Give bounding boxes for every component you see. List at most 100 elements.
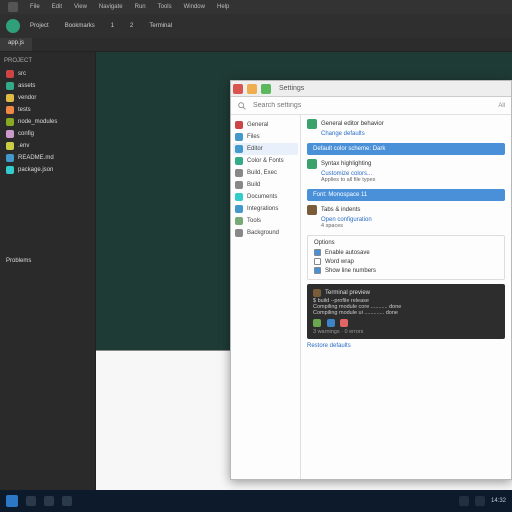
terminal-preview: Terminal preview $ build --profile relea… [307,284,505,339]
search-bar: All [231,97,511,115]
sidebar-item[interactable]: vendor [4,92,91,104]
tray-icon[interactable] [475,496,485,506]
sidebar-item[interactable]: assets [4,80,91,92]
selected-row[interactable]: Default color scheme: Dark [307,143,505,155]
status-chip [327,319,335,327]
terminal-chips [313,319,499,327]
nav-item-label: Documents [247,194,277,200]
folder-icon [6,118,14,126]
section-link[interactable]: Change defaults [321,131,505,137]
category-icon [235,229,243,237]
nav-item[interactable]: Files [233,131,298,143]
sidebar-item-label: vendor [18,95,36,101]
file-icon [6,142,14,150]
sidebar-bottom-tab[interactable]: Problems [4,256,91,266]
close-icon[interactable] [233,84,243,94]
section-title: Tabs & indents [321,207,360,213]
editor-tab[interactable]: app.js [0,38,32,51]
settings-window: Settings All General Files Editor Color … [230,80,512,480]
category-icon [235,169,243,177]
nav-item[interactable]: General [233,119,298,131]
checkbox[interactable] [314,258,321,265]
toolbar-item[interactable]: Bookmarks [65,23,95,29]
section-icon [307,119,317,129]
nav-item[interactable]: Editor [233,143,298,155]
restore-defaults-link[interactable]: Restore defaults [307,343,505,349]
toolbar-item[interactable]: 1 [111,23,114,29]
sidebar-item[interactable]: .env [4,140,91,152]
toolbar-item[interactable]: Terminal [149,23,172,29]
settings-section: General editor behavior Change defaults [307,119,505,137]
sidebar-item[interactable]: config [4,128,91,140]
ide-tabstrip: app.js [0,38,512,52]
nav-item[interactable]: Color & Fonts [233,155,298,167]
taskbar-app-icon[interactable] [26,496,36,506]
taskbar-app-icon[interactable] [62,496,72,506]
taskbar-app-icon[interactable] [44,496,54,506]
nav-item[interactable]: Integrations [233,203,298,215]
clock[interactable]: 14:32 [491,498,506,504]
search-scope[interactable]: All [498,103,505,109]
nav-item[interactable]: Background [233,227,298,239]
taskbar: 14:32 [0,490,512,512]
options-block: Options Enable autosave Word wrap Show l… [307,235,505,280]
minimize-icon[interactable] [247,84,257,94]
checkbox[interactable] [314,267,321,274]
folder-icon [6,70,14,78]
menu-item[interactable]: Tools [158,4,172,10]
options-header: Options [314,240,498,246]
folder-icon [6,130,14,138]
start-button[interactable] [6,495,18,507]
sidebar-item[interactable]: node_modules [4,116,91,128]
nav-item[interactable]: Build, Exec [233,167,298,179]
status-chip [340,319,348,327]
nav-item[interactable]: Documents [233,191,298,203]
selected-row[interactable]: Font: Monospace 11 [307,189,505,201]
option-label: Word wrap [325,259,354,265]
menu-item[interactable]: Window [184,4,205,10]
folder-icon [6,82,14,90]
category-icon [235,157,243,165]
sidebar-item[interactable]: README.md [4,152,91,164]
nav-item[interactable]: Build [233,179,298,191]
sidebar-item-label: config [18,131,34,137]
option-row[interactable]: Show line numbers [314,266,498,275]
sidebar-item[interactable]: tests [4,104,91,116]
menu-item[interactable]: Edit [52,4,62,10]
option-row[interactable]: Word wrap [314,257,498,266]
sidebar-item-label: assets [18,83,35,89]
sidebar-item-label: tests [18,107,31,113]
menu-item[interactable]: File [30,4,40,10]
nav-item-label: Tools [247,218,261,224]
titlebar[interactable]: Settings [231,81,511,97]
file-icon [6,154,14,162]
sidebar-item[interactable]: src [4,68,91,80]
option-row[interactable]: Enable autosave [314,248,498,257]
sidebar-item[interactable]: package.json [4,164,91,176]
settings-section: Tabs & indents Open configuration 4 spac… [307,205,505,229]
tray-icon[interactable] [459,496,469,506]
avatar-icon[interactable] [6,19,20,33]
options-title: Options [314,240,335,246]
nav-item-label: General [247,122,268,128]
app-icon [8,2,18,12]
menu-item[interactable]: Run [135,4,146,10]
search-input[interactable] [253,102,492,109]
section-title: Syntax highlighting [321,161,371,167]
ide-menubar: File Edit View Navigate Run Tools Window… [0,0,512,14]
menu-item[interactable]: Help [217,4,229,10]
toolbar-item[interactable]: 2 [130,23,133,29]
nav-item-label: Editor [247,146,263,152]
nav-item-label: Background [247,230,279,236]
nav-item[interactable]: Tools [233,215,298,227]
terminal-icon [313,289,321,297]
menu-item[interactable]: View [74,4,87,10]
category-icon [235,205,243,213]
checkbox[interactable] [314,249,321,256]
category-icon [235,121,243,129]
menu-item[interactable]: Navigate [99,4,123,10]
maximize-icon[interactable] [261,84,271,94]
toolbar-item[interactable]: Project [30,23,49,29]
nav-item-label: Build [247,182,260,188]
option-label: Show line numbers [325,268,376,274]
